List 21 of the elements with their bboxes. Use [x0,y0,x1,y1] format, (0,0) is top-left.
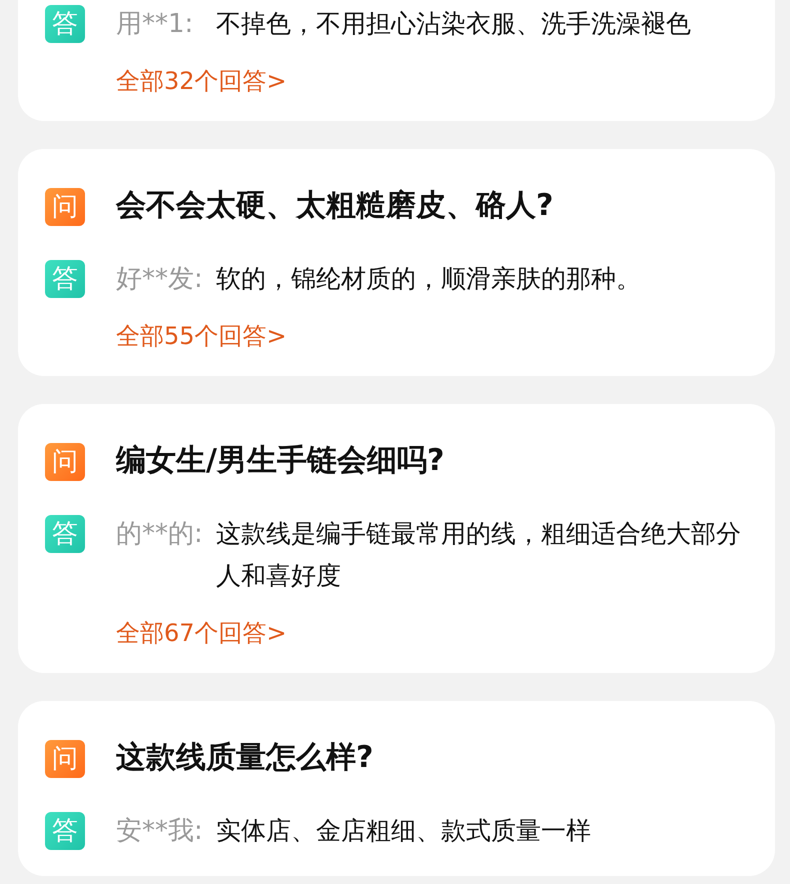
answer-text: 不掉色，不用担心沾染衣服、洗手洗澡褪色 [216,8,691,40]
answer-text: 实体店、金店粗细、款式质量一样 [216,815,591,847]
answer-author: 安**我: [116,815,204,848]
answer-badge: 答 [45,5,85,43]
answer-badge: 答 [45,812,85,850]
question-text: 编女生/男生手链会细吗? [116,442,444,480]
question-badge: 问 [45,188,85,226]
question-badge: 问 [45,740,85,778]
question-text: 会不会太硬、太粗糙磨皮、硌人? [116,187,554,225]
all-answers-link[interactable]: 全部32个回答> [116,65,287,97]
question-text: 这款线质量怎么样? [116,739,374,777]
all-answers-link[interactable]: 全部67个回答> [116,617,287,649]
answer-badge: 答 [45,515,85,553]
answer-author: 用**1: [116,8,194,41]
all-answers-link[interactable]: 全部55个回答> [116,320,287,352]
answer-author: 的**的: [116,518,204,551]
answer-text: 这款线是编手链最常用的线，粗细适合绝大部分人和喜好度 [216,518,742,592]
answer-badge: 答 [45,260,85,298]
answer-author: 好**发: [116,263,204,296]
answer-text: 软的，锦纶材质的，顺滑亲肤的那种。 [216,263,641,295]
question-badge: 问 [45,443,85,481]
